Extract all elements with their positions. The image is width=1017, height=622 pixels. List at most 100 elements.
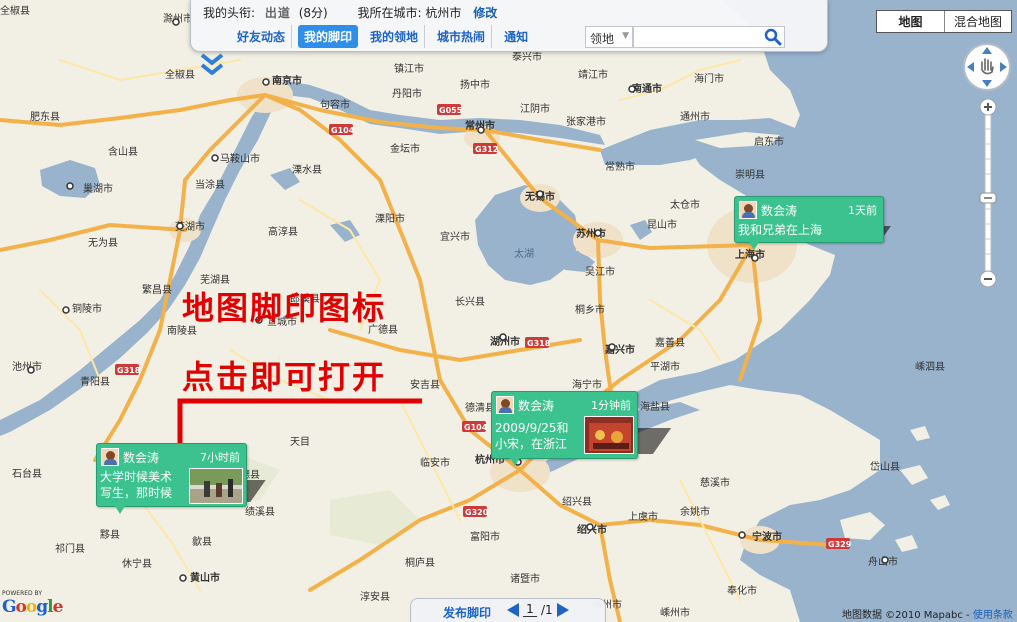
svg-text:全椒县: 全椒县: [165, 68, 195, 81]
user-status-row: 我的头衔: 出道 (8分) 我所在城市: 杭州市 修改: [203, 4, 497, 21]
next-page-icon[interactable]: [556, 602, 569, 617]
svg-text:丹阳市: 丹阳市: [392, 87, 422, 100]
svg-text:池州市: 池州市: [12, 360, 42, 373]
svg-text:张家港市: 张家港市: [566, 115, 606, 128]
expand-panel-icon[interactable]: [198, 52, 226, 78]
svg-text:肥东县: 肥东县: [30, 110, 60, 123]
main-tabs: 好友动态 我的脚印 我的领地 城市热闹 通知: [231, 25, 540, 48]
svg-text:昆山市: 昆山市: [647, 218, 677, 231]
svg-text:全椒县: 全椒县: [0, 4, 30, 17]
prev-page-icon[interactable]: [507, 602, 519, 617]
pan-control-icon[interactable]: [962, 42, 1012, 92]
terms-of-use-link[interactable]: 使用条款: [973, 610, 1013, 621]
card-text-line1: 2009/9/25和: [495, 421, 569, 435]
svg-text:宁波市: 宁波市: [752, 530, 782, 543]
card-time: 7小时前: [200, 451, 240, 464]
map-canvas[interactable]: G104 G312 G055 G318 G318 G104 G320 G329 …: [0, 0, 1017, 622]
tab-my-territory[interactable]: 我的领地: [364, 25, 426, 48]
card-text: 大学时候美术 写生，那时候: [100, 469, 172, 501]
tab-notifications[interactable]: 通知: [498, 25, 534, 48]
card-text-line2: 小宋，在浙江: [495, 437, 568, 451]
pagination: 1 /1: [507, 602, 569, 617]
road-label: G320: [465, 508, 489, 517]
svg-text:海盐县: 海盐县: [640, 400, 670, 413]
svg-text:桐庐县: 桐庐县: [405, 556, 435, 569]
svg-text:嘉善县: 嘉善县: [655, 336, 685, 349]
svg-text:临安市: 临安市: [420, 456, 450, 469]
card-text-line2: 写生，那时候: [100, 486, 173, 500]
avatar: [101, 448, 119, 466]
card-time: 1天前: [848, 204, 877, 217]
svg-text:黄山市: 黄山市: [190, 571, 220, 584]
top-toolbar: 我的头衔: 出道 (8分) 我所在城市: 杭州市 修改 好友动态 我的脚印 我的…: [190, 0, 828, 52]
annotation-line1: 地图脚印图标: [182, 289, 387, 327]
road-label: G055: [439, 106, 463, 115]
svg-text:青阳县: 青阳县: [80, 375, 110, 388]
footprint-card-huangshan[interactable]: 数会涛 7小时前 大学时候美术 写生，那时候: [96, 443, 247, 514]
footprint-card-hangzhou[interactable]: 数会涛 1分钟前 2009/9/25和 小宋，在浙江: [491, 391, 638, 466]
svg-text:溧阳市: 溧阳市: [375, 212, 405, 225]
card-pointer: [749, 242, 759, 250]
card-time: 1分钟前: [591, 399, 631, 412]
svg-text:南京市: 南京市: [272, 74, 302, 87]
search-input[interactable]: [633, 26, 785, 48]
road-label: G312: [475, 145, 498, 154]
card-text-line1: 大学时候美术: [100, 470, 173, 484]
card-pointer: [510, 458, 520, 466]
svg-text:奉化市: 奉化市: [727, 584, 757, 597]
svg-text:安吉县: 安吉县: [410, 378, 440, 391]
svg-text:含山县: 含山县: [108, 145, 138, 158]
map-type-map-button[interactable]: 地图: [877, 11, 945, 32]
svg-text:歙县: 歙县: [192, 535, 212, 548]
svg-text:启东市: 启东市: [754, 135, 784, 148]
svg-text:当涂县: 当涂县: [195, 178, 225, 191]
annotation-line2: 点击即可打开: [182, 358, 387, 396]
card-user-name: 数会涛: [518, 399, 555, 413]
svg-text:高淳县: 高淳县: [268, 225, 298, 238]
svg-text:崇明县: 崇明县: [735, 169, 765, 181]
zoom-slider[interactable]: [978, 99, 998, 289]
svg-text:黟县: 黟县: [100, 529, 120, 541]
card-pointer: [115, 506, 125, 514]
tab-city-hot[interactable]: 城市热闹: [431, 25, 493, 48]
svg-text:桐乡市: 桐乡市: [575, 303, 605, 316]
svg-text:宜兴市: 宜兴市: [440, 230, 470, 243]
svg-text:石台县: 石台县: [12, 467, 42, 480]
road-label: G104: [464, 423, 488, 432]
tab-my-footprints[interactable]: 我的脚印: [298, 25, 359, 48]
page-number-input[interactable]: 1: [523, 602, 537, 617]
google-logo[interactable]: Google: [2, 597, 63, 617]
tab-friends-feed[interactable]: 好友动态: [231, 25, 293, 48]
city-label: 我所在城市: 杭州市: [357, 6, 462, 20]
svg-text:溧水县: 溧水县: [292, 163, 322, 176]
edit-city-link[interactable]: 修改: [473, 6, 497, 20]
svg-text:镇江市: 镇江市: [394, 62, 424, 75]
svg-text:岱山县: 岱山县: [870, 460, 900, 473]
svg-text:嘉兴市: 嘉兴市: [604, 343, 635, 356]
card-photo[interactable]: [584, 416, 634, 454]
svg-text:通州市: 通州市: [680, 110, 710, 123]
search-type-select[interactable]: 领地 ▼: [585, 26, 633, 48]
card-user-name: 数会涛: [123, 451, 160, 465]
road-label: G104: [331, 126, 355, 135]
svg-text:太湖: 太湖: [514, 247, 534, 260]
svg-text:上虞市: 上虞市: [628, 510, 658, 523]
card-photo[interactable]: [189, 468, 243, 504]
svg-text:句容市: 句容市: [320, 98, 350, 111]
svg-text:南通市: 南通市: [632, 82, 662, 95]
footprint-card-shanghai[interactable]: 数会涛 1天前 我和兄弟在上海: [734, 196, 884, 250]
road-label: G329: [828, 540, 852, 549]
card-user-name: 数会涛: [761, 204, 798, 218]
svg-text:绍兴县: 绍兴县: [562, 495, 592, 508]
svg-text:海宁市: 海宁市: [572, 378, 602, 391]
svg-text:慈溪市: 慈溪市: [700, 476, 730, 489]
search-icon[interactable]: [764, 28, 782, 46]
svg-text:江阴市: 江阴市: [520, 102, 550, 115]
svg-text:长兴县: 长兴县: [455, 296, 485, 308]
publish-footprint-link[interactable]: 发布脚印: [443, 604, 491, 621]
page-total: /1: [541, 602, 553, 617]
svg-text:嵊泗县: 嵊泗县: [915, 360, 945, 373]
map-type-hybrid-button[interactable]: 混合地图: [945, 11, 1011, 32]
svg-text:太仓市: 太仓市: [670, 198, 700, 211]
svg-text:淳安县: 淳安县: [360, 590, 390, 603]
